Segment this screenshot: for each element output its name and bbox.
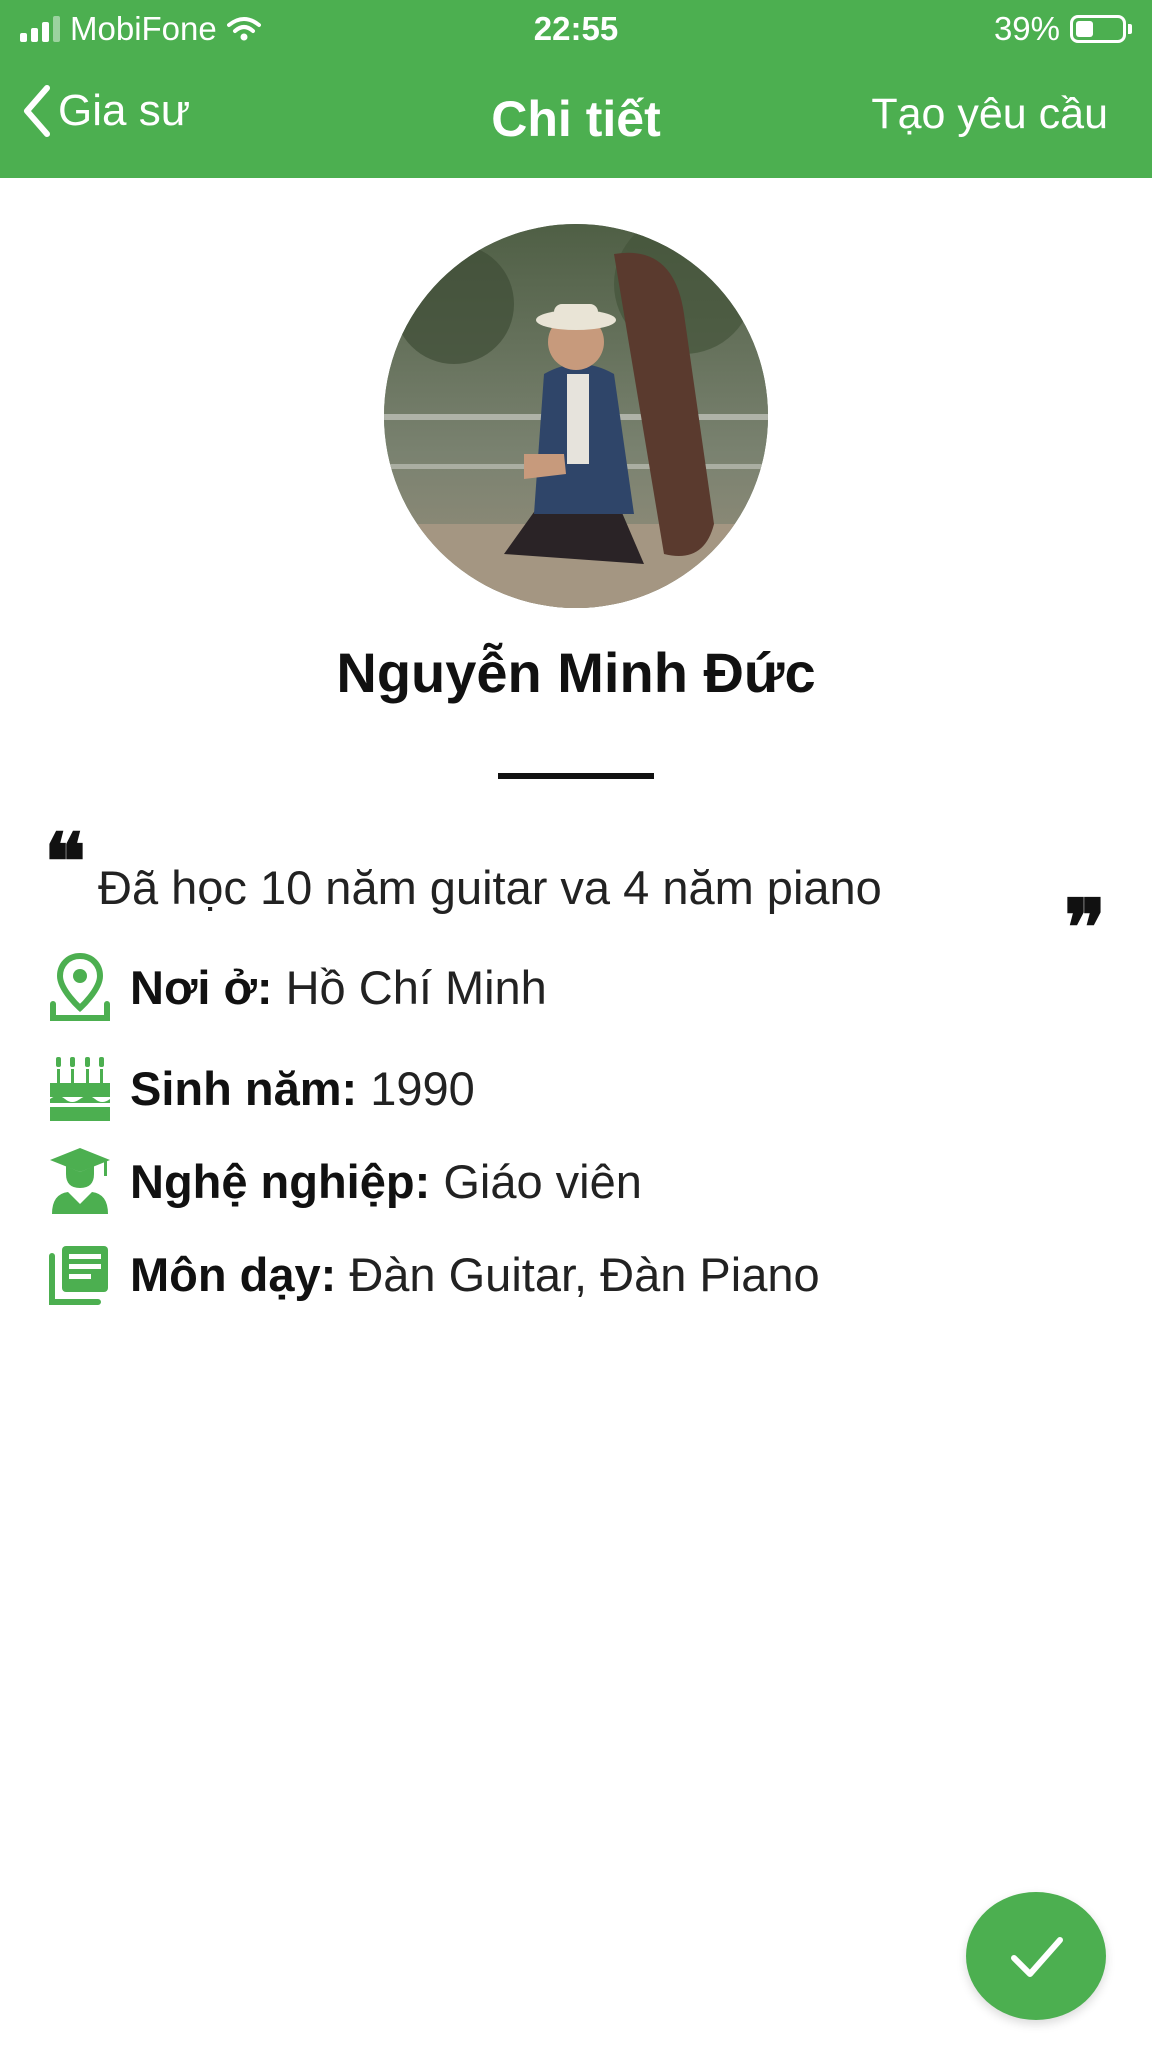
- tutor-bio: Đã học 10 năm guitar va 4 năm piano: [98, 861, 882, 914]
- occupation-value: Giáo viên: [443, 1154, 642, 1208]
- back-button[interactable]: Gia sư: [22, 84, 190, 138]
- battery-percent: 39%: [993, 10, 1060, 47]
- tutor-name: Nguyễn Minh Đức: [336, 641, 816, 704]
- status-right: 39%: [994, 10, 1132, 48]
- create-request-button[interactable]: Tạo yêu cầu: [871, 90, 1108, 139]
- open-quote-icon: ❝: [44, 817, 86, 908]
- status-bar: MobiFone 22:55 39%: [0, 0, 1152, 58]
- birth-year-row: Sinh năm: 1990: [44, 1048, 475, 1128]
- residence-value: Hồ Chí Minh: [285, 960, 547, 1014]
- location-pin-icon: [44, 951, 116, 1023]
- confirm-button[interactable]: [966, 1892, 1106, 2020]
- birth-year-value: 1990: [370, 1061, 475, 1115]
- name-divider: [498, 773, 654, 779]
- subjects-row: Môn dạy: Đàn Guitar, Đàn Piano: [44, 1234, 820, 1314]
- residence-label: Nơi ở:: [130, 960, 273, 1014]
- subjects-label: Môn dạy:: [130, 1247, 337, 1301]
- wifi-icon: [226, 17, 261, 41]
- checkmark-icon: [1011, 1937, 1063, 1977]
- battery-icon: [1070, 15, 1132, 43]
- back-button-label: Gia sư: [58, 86, 191, 135]
- occupation-label: Nghệ nghiệp:: [130, 1154, 431, 1208]
- residence-row: Nơi ở: Hồ Chí Minh: [44, 947, 547, 1027]
- status-left: MobiFone: [20, 10, 261, 48]
- battery-level-fill: [1076, 21, 1094, 37]
- carrier-name: MobiFone: [70, 10, 217, 47]
- chevron-left-icon: [24, 85, 50, 137]
- cellular-signal-icon: [20, 16, 60, 42]
- birth-year-label: Sinh năm:: [130, 1061, 358, 1115]
- birthday-cake-icon: [44, 1052, 116, 1124]
- document-list-icon: [44, 1238, 116, 1310]
- close-quote-icon: ❞: [1064, 883, 1106, 974]
- navigation-bar: Gia sư Chi tiết Tạo yêu cầu: [0, 58, 1152, 178]
- subjects-value: Đàn Guitar, Đàn Piano: [349, 1247, 820, 1301]
- graduate-icon: [44, 1145, 116, 1217]
- avatar: [384, 224, 768, 608]
- avatar-photo: [384, 224, 768, 608]
- occupation-row: Nghệ nghiệp: Giáo viên: [44, 1141, 642, 1221]
